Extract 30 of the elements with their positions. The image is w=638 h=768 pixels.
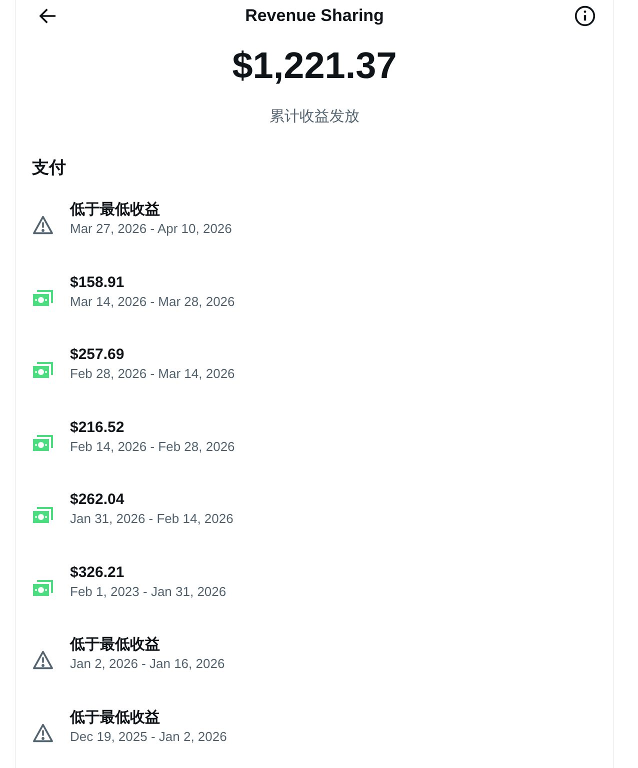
cash-icon — [32, 505, 54, 525]
payment-period: Jan 2, 2026 - Jan 16, 2026 — [70, 655, 225, 672]
section-title: 支付 — [32, 156, 67, 178]
warning-icon — [32, 215, 54, 235]
payment-title: $262.04 — [70, 490, 126, 510]
payment-title: $257.69 — [70, 345, 126, 365]
warning-icon — [32, 650, 54, 670]
warning-icon — [32, 722, 54, 742]
payment-period: Jan 31, 2026 - Feb 14, 2026 — [70, 510, 234, 527]
payment-title: 低于最低收益 — [70, 635, 161, 655]
payment-period: Feb 28, 2026 - Mar 14, 2026 — [70, 365, 235, 382]
back-arrow-icon[interactable] — [38, 6, 58, 26]
payment-title: 低于最低收益 — [70, 708, 161, 728]
payment-period: Mar 27, 2026 - Apr 10, 2026 — [70, 220, 232, 237]
cash-icon — [32, 288, 54, 308]
total-caption: 累计收益发放 — [270, 107, 360, 127]
payment-title: 低于最低收益 — [70, 200, 161, 220]
cash-icon — [32, 432, 54, 452]
cash-icon — [32, 578, 54, 598]
payment-title: $326.21 — [70, 562, 126, 582]
info-icon[interactable] — [574, 5, 596, 27]
payment-title: $158.91 — [70, 272, 126, 292]
total-amount: $1,221.37 — [232, 44, 397, 88]
payment-period: Feb 14, 2026 - Feb 28, 2026 — [70, 438, 235, 454]
payment-period: Mar 14, 2026 - Mar 28, 2026 — [70, 292, 235, 310]
payment-period: Feb 1, 2023 - Jan 31, 2026 — [70, 582, 226, 600]
page-title: Revenue Sharing — [245, 5, 384, 28]
payment-title: $216.52 — [70, 418, 126, 438]
payment-period: Dec 19, 2025 - Jan 2, 2026 — [70, 728, 227, 744]
cash-icon — [32, 360, 54, 380]
